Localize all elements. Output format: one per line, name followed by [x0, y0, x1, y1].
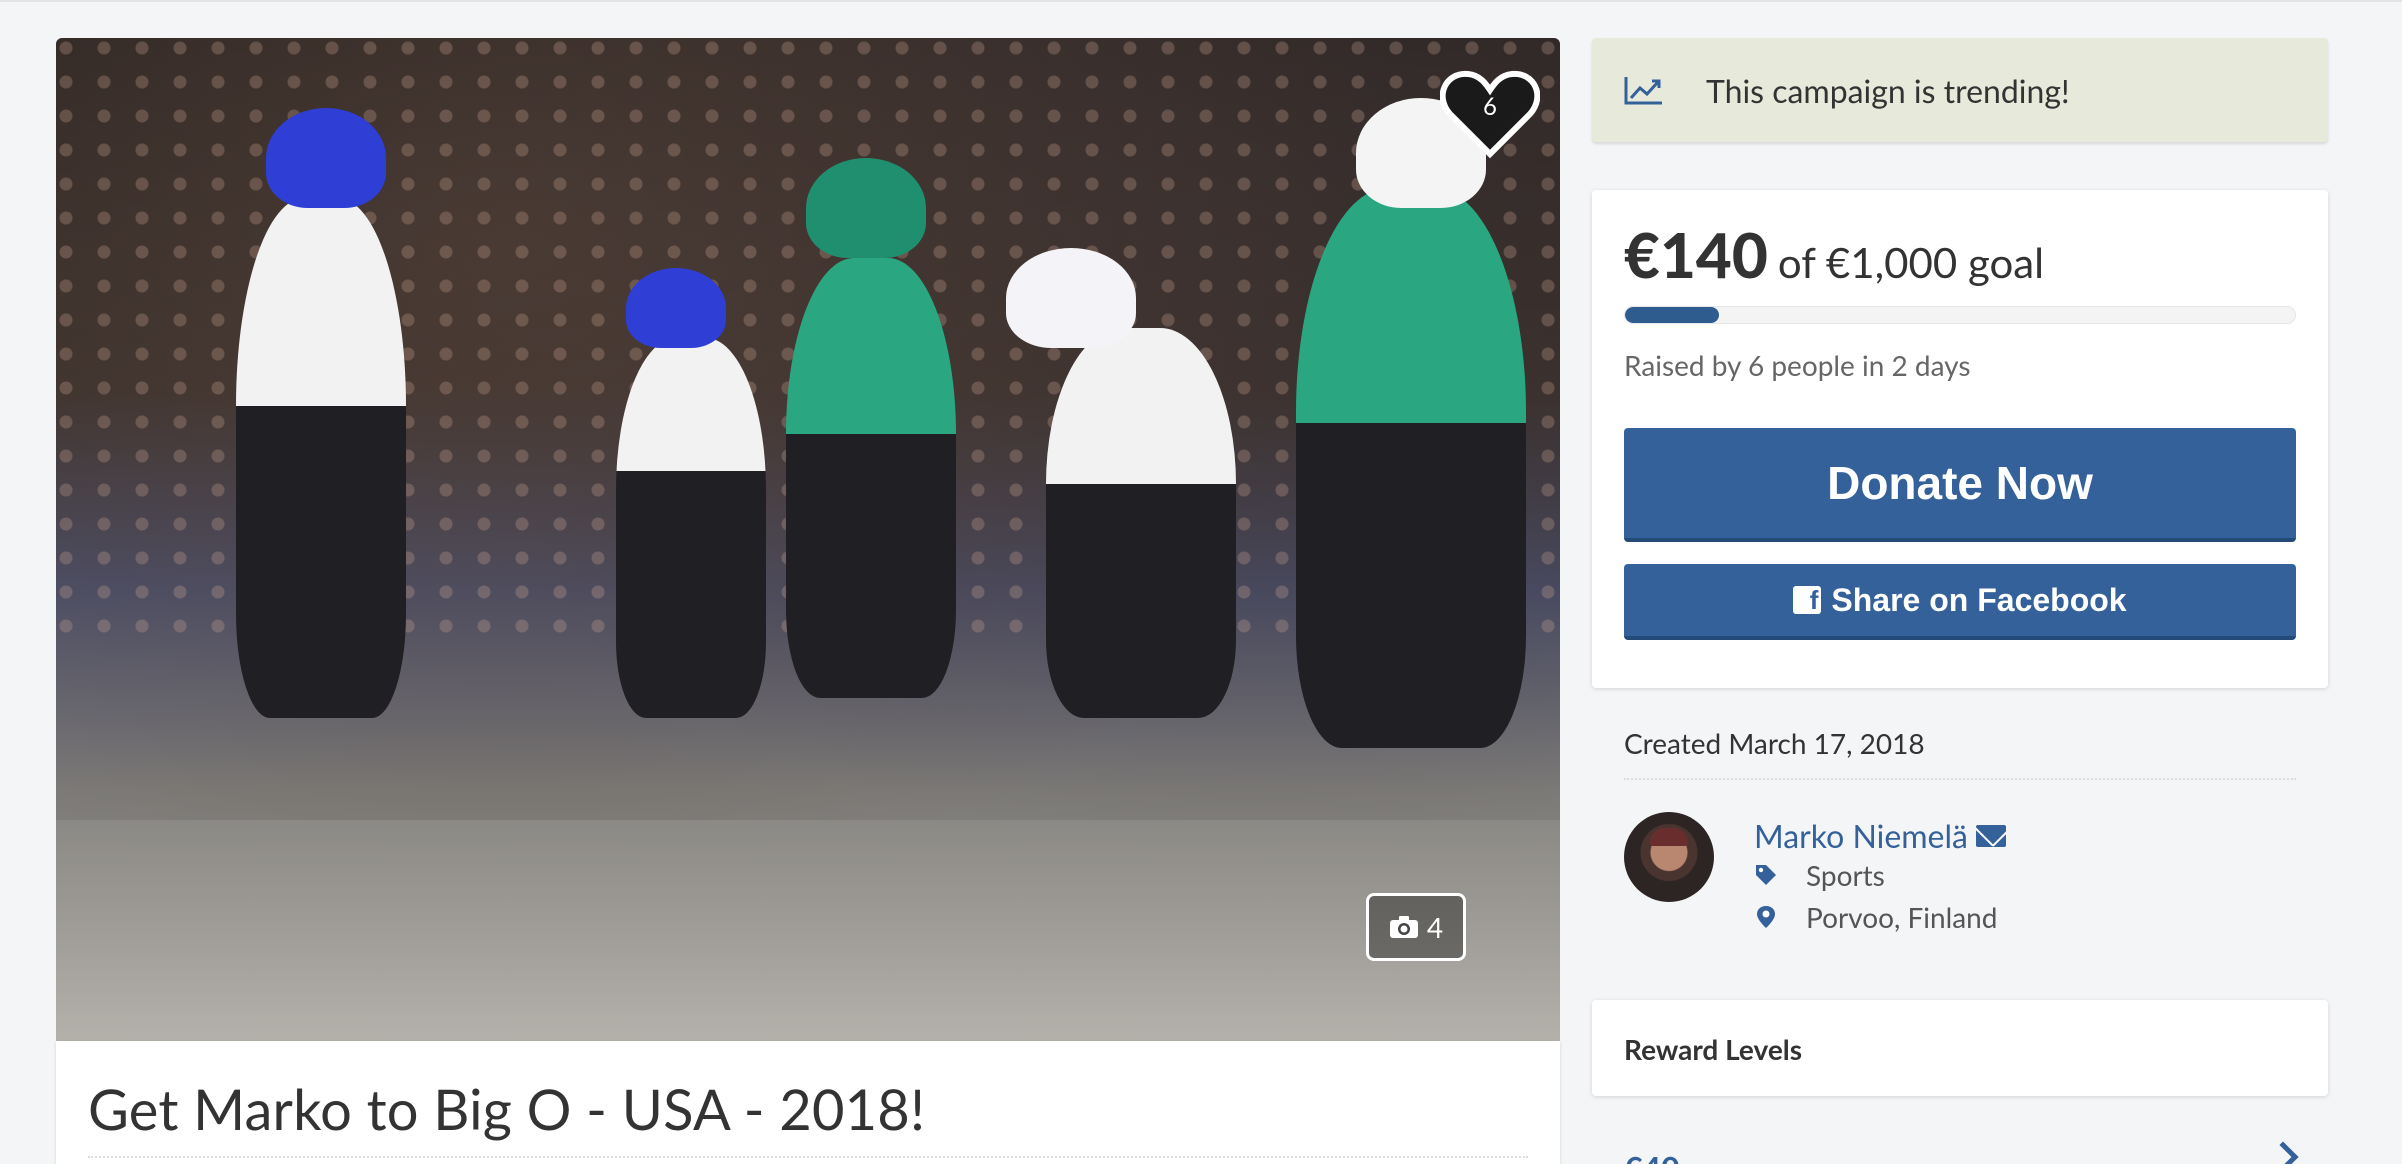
funding-progress-fill [1625, 307, 1719, 323]
map-marker-icon [1757, 906, 1775, 928]
tag-icon [1756, 865, 1776, 885]
category-link[interactable]: Sports [1806, 858, 1885, 892]
photo-gallery-button[interactable]: 4 [1366, 893, 1466, 961]
organizer-link[interactable]: Marko Niemelä [1754, 816, 2006, 855]
skater-figure [1006, 248, 1236, 718]
donation-card: €140 of €1,000 goal Raised by 6 people i… [1592, 190, 2328, 688]
trending-banner: This campaign is trending! [1592, 38, 2328, 142]
share-facebook-label: Share on Facebook [1831, 581, 2127, 618]
organizer-avatar[interactable] [1624, 812, 1714, 902]
reward-levels-header: Reward Levels [1592, 1000, 2328, 1096]
campaign-hero-image[interactable]: 6 4 [56, 38, 1560, 1041]
campaign-title: Get Marko to Big O - USA - 2018! [88, 1075, 926, 1142]
skater-figure [1296, 98, 1526, 748]
created-date: Created March 17, 2018 [1624, 726, 1925, 760]
organizer-name[interactable]: Marko Niemelä [1754, 816, 1968, 855]
goal-amount: of €1,000 goal [1777, 237, 2045, 287]
donate-now-button[interactable]: Donate Now [1624, 428, 2296, 542]
raised-amount: €140 [1624, 218, 1768, 292]
details-divider [1624, 778, 2296, 780]
skater-figure [236, 108, 406, 718]
funding-amount: €140 of €1,000 goal [1624, 218, 2044, 292]
reward-levels-title: Reward Levels [1624, 1032, 1803, 1066]
campaign-title-card: Get Marko to Big O - USA - 2018! [56, 1041, 1560, 1164]
reward-amount[interactable]: €40 [1624, 1148, 1680, 1164]
rink-floor [56, 820, 1560, 1041]
chevron-right-icon[interactable] [2267, 1141, 2299, 1164]
trending-chart-icon [1624, 77, 1662, 105]
organizer-block: Marko Niemelä Sports Porvoo, Finland [1624, 812, 2296, 934]
location-row: Porvoo, Finland [1754, 900, 1997, 934]
skater-figure [786, 158, 956, 698]
facebook-icon: f [1793, 586, 1822, 614]
skater-figure [616, 268, 766, 718]
envelope-icon[interactable] [1975, 824, 2006, 847]
trending-text: This campaign is trending! [1706, 70, 2070, 110]
top-divider [0, 0, 2402, 2]
photo-count: 4 [1426, 910, 1444, 944]
raised-by-text: Raised by 6 people in 2 days [1624, 348, 1971, 382]
camera-icon [1389, 916, 1418, 938]
location-text: Porvoo, Finland [1806, 900, 1998, 934]
category-row: Sports [1754, 858, 1885, 892]
like-count: 6 [1483, 92, 1497, 121]
share-facebook-button[interactable]: f Share on Facebook [1624, 564, 2296, 640]
funding-progress-bar [1624, 306, 2296, 324]
title-divider [88, 1156, 1528, 1158]
like-heart-button[interactable]: 6 [1439, 68, 1541, 160]
